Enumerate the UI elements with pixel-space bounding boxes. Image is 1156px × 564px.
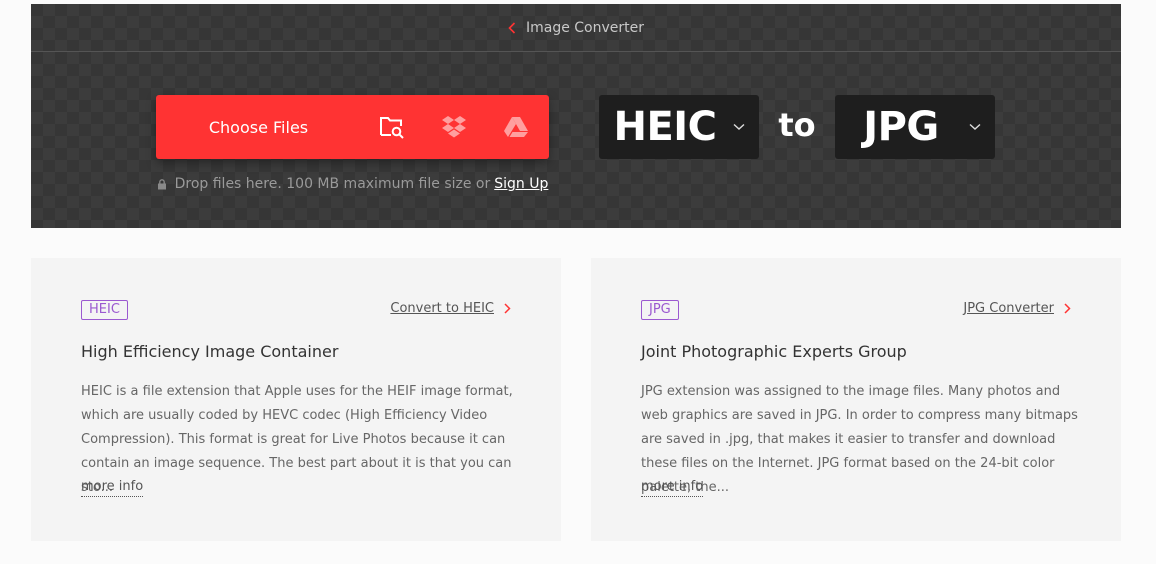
to-format-select[interactable]: JPG [835,95,995,159]
chevron-left-icon[interactable] [508,21,516,34]
folder-search-icon[interactable] [361,95,423,159]
chevron-down-icon[interactable] [719,123,759,131]
chevron-right-icon[interactable] [504,303,511,314]
to-format-value[interactable]: JPG [835,104,955,150]
breadcrumb[interactable]: Image Converter [31,4,1121,52]
choose-files-label[interactable]: Choose Files [156,118,361,137]
drop-note-text: Drop files here. 100 MB maximum file siz… [174,176,491,192]
convert-to-heic-link[interactable]: Convert to HEIC [390,301,511,316]
dropbox-icon[interactable] [423,95,485,159]
link-label[interactable]: JPG Converter [963,301,1054,316]
card-description: HEIC is a file extension that Apple uses… [81,384,513,495]
more-info-link[interactable]: more info [81,478,144,497]
breadcrumb-label[interactable]: Image Converter [526,20,644,36]
format-card-heic: HEIC Convert to HEIC High Efficiency Ima… [31,258,561,541]
format-card-jpg: JPG JPG Converter Joint Photographic Exp… [591,258,1121,541]
converter-hero: Image Converter Choose Files Drop files … [31,4,1121,228]
card-title: High Efficiency Image Container [81,342,339,361]
jpg-converter-link[interactable]: JPG Converter [963,301,1071,316]
chevron-down-icon[interactable] [955,123,995,131]
from-format-value[interactable]: HEIC [599,104,719,150]
google-drive-icon[interactable] [485,95,547,159]
link-label[interactable]: Convert to HEIC [390,301,494,316]
format-badge: JPG [641,300,679,320]
choose-files-button[interactable]: Choose Files [156,95,549,159]
more-info-link[interactable]: more info [641,478,704,497]
from-format-select[interactable]: HEIC [599,95,759,159]
sign-up-link[interactable]: Sign Up [494,176,548,192]
lock-icon [157,178,175,190]
card-title: Joint Photographic Experts Group [641,342,907,361]
card-description: JPG extension was assigned to the image … [641,384,1078,495]
drop-note: Drop files here. 100 MB maximum file siz… [156,176,549,192]
to-label: to [778,106,816,144]
chevron-right-icon[interactable] [1064,303,1071,314]
format-badge: HEIC [81,300,128,320]
